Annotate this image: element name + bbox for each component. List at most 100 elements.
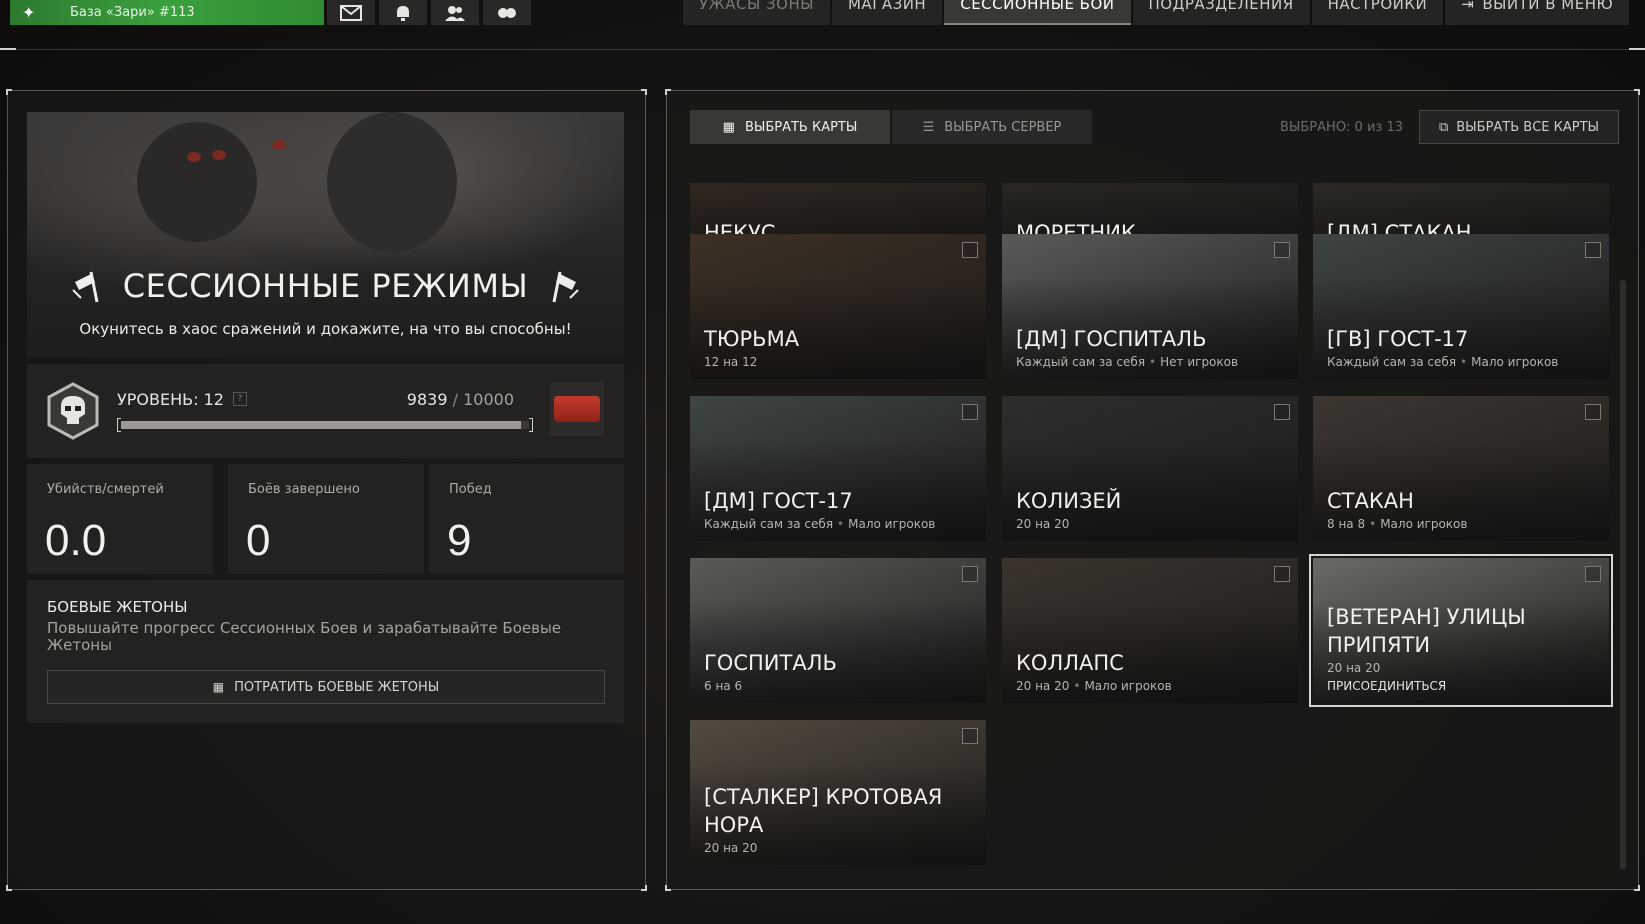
- map-meta-item: 8 на 8: [1327, 517, 1366, 531]
- map-checkbox[interactable]: [1585, 242, 1601, 258]
- reward-slot[interactable]: [550, 382, 604, 436]
- map-card[interactable]: [ДМ] ГОСТ-17 Каждый сам за себя • Мало игро…: [690, 396, 986, 541]
- map-meta-item: 20 на 20: [704, 841, 758, 855]
- select-all-label: ВЫБРАТЬ ВСЕ КАРТЫ: [1456, 119, 1600, 135]
- hero-subtitle: Окунитесь в хаос сражений и докажите, на…: [79, 320, 572, 338]
- map-grid: НЕКУС6 на 6МОРЕТНИК8 на 8[ДМ] СТАКАНКажд…: [688, 183, 1618, 867]
- map-name: СТАКАН: [1327, 489, 1414, 513]
- nav-settings[interactable]: НАСТРОЙКИ: [1311, 0, 1444, 25]
- level-box: УРОВЕНЬ: 12 ? 9839 / 10000: [27, 364, 624, 458]
- nav-shop[interactable]: МАГАЗИН: [831, 0, 943, 25]
- map-meta: 20 на 20: [704, 841, 757, 855]
- bell-icon[interactable]: [379, 0, 427, 25]
- spend-tokens-label: ПОТРАТИТЬ БОЕВЫЕ ЖЕТОНЫ: [234, 679, 440, 695]
- map-card[interactable]: [СТАЛКЕР] КРОТОВАЯ НОРА 20 на 20: [690, 720, 986, 865]
- nav-exit-label: ВЫЙТИ В МЕНЮ: [1482, 0, 1614, 13]
- hero-title-text: СЕССИОННЫЕ РЕЖИМЫ: [122, 267, 529, 305]
- soldier-image: [327, 112, 457, 252]
- meta-separator: •: [1460, 355, 1468, 369]
- nav-exit-menu[interactable]: ⇥ ВЫЙТИ В МЕНЮ: [1445, 0, 1630, 25]
- tokens-section: БОЕВЫЕ ЖЕТОНЫ Повышайте прогресс Сессион…: [27, 580, 624, 723]
- map-meta-item: Мало игроков: [1471, 355, 1559, 369]
- divider: [1629, 48, 1645, 50]
- map-card[interactable]: [ВЕТЕРАН] УЛИЦЫ ПРИПЯТИ 20 на 20 ПРИСОЕДИН…: [1309, 554, 1613, 707]
- map-card[interactable]: [ДМ] ГОСПИТАЛЬ Каждый сам за себя • Нет игр…: [1002, 234, 1298, 379]
- friends-icon[interactable]: [431, 0, 479, 25]
- map-checkbox[interactable]: [1585, 404, 1601, 420]
- soldier-image: [137, 122, 257, 242]
- map-name: [ВЕТЕРАН] УЛИЦЫ ПРИПЯТИ: [1327, 605, 1526, 657]
- join-button[interactable]: ПРИСОЕДИНИТЬСЯ: [1327, 679, 1446, 693]
- map-name: [ДМ] ГОСПИТАЛЬ: [1016, 327, 1207, 351]
- map-meta: Каждый сам за себя • Нет игроков: [1016, 355, 1238, 369]
- stat-value: 0: [246, 516, 271, 565]
- map-meta-item: 12 на 12: [704, 355, 758, 369]
- map-meta-item: Мало игроков: [1084, 679, 1172, 693]
- nav-zone-horrors[interactable]: УЖАСЫ ЗОНЫ: [683, 0, 830, 25]
- mail-icon[interactable]: [327, 0, 375, 25]
- xp-current: 9839: [406, 390, 448, 409]
- map-name: КОЛЛАПС: [1016, 651, 1124, 675]
- tab-select-maps[interactable]: ▦ ВЫБРАТЬ КАРТЫ: [690, 110, 890, 144]
- map-meta-item: 6 на 6: [704, 679, 743, 693]
- map-card[interactable]: ГОСПИТАЛЬ 6 на 6: [690, 558, 986, 703]
- map-checkbox[interactable]: [962, 566, 978, 582]
- map-checkbox[interactable]: [1274, 242, 1290, 258]
- tab-select-maps-label: ВЫБРАТЬ КАРТЫ: [744, 119, 858, 135]
- map-meta-item: 20 на 20: [1016, 679, 1070, 693]
- map-checkbox[interactable]: [962, 728, 978, 744]
- flag-right-icon: [552, 271, 579, 303]
- stat-battles: Боёв завершено 0: [228, 464, 424, 574]
- stat-title: Боёв завершено: [248, 482, 360, 497]
- map-meta: Каждый сам за себя•Мало игроков: [704, 517, 935, 531]
- map-checkbox[interactable]: [1274, 404, 1290, 420]
- selected-count: ВЫБРАНО: 0 из 13: [1280, 120, 1403, 135]
- nav-squads[interactable]: ПОДРАЗДЕЛЕНИЯ: [1132, 0, 1310, 25]
- map-card[interactable]: КОЛЛАПС 20 на 20 • Мало игроков: [1002, 558, 1298, 703]
- map-meta: 12 на 12: [704, 355, 757, 369]
- map-checkbox[interactable]: [1274, 566, 1290, 582]
- hero-banner: СЕССИОННЫЕ РЕЖИМЫ Окунитесь в хаос сраже…: [27, 112, 624, 358]
- level-help-button[interactable]: ?: [233, 392, 247, 406]
- map-checkbox[interactable]: [1585, 566, 1601, 582]
- meta-separator: •: [1149, 355, 1157, 369]
- spend-tokens-button[interactable]: ▦ ПОТРАТИТЬ БОЕВЫЕ ЖЕТОНЫ: [47, 670, 605, 704]
- map-meta-item: Каждый сам за себя: [1327, 355, 1457, 369]
- map-meta-item: Каждый сам за себя: [704, 517, 834, 531]
- map-card[interactable]: ТЮРЬМА 12 на 12: [690, 234, 986, 379]
- tab-select-server-label: ВЫБРАТЬ СЕРВЕР: [944, 119, 1062, 135]
- grid-icon: ▦: [722, 119, 735, 135]
- groups-icon[interactable]: [483, 0, 531, 25]
- map-name: [СТАЛКЕР] КРОТОВАЯ НОРА: [704, 785, 943, 837]
- main-nav: УЖАСЫ ЗОНЫ МАГАЗИН СЕССИОННЫЕ БОИ ПОДРАЗ…: [683, 0, 1630, 25]
- map-name: ГОСПИТАЛЬ: [704, 651, 837, 675]
- map-checkbox[interactable]: [962, 404, 978, 420]
- xp-progress-bar: [117, 418, 533, 432]
- visor-image: [272, 140, 286, 150]
- stat-kd: Убийств/смертей 0.0: [27, 464, 213, 574]
- select-all-button[interactable]: ⧉ ВЫБРАТЬ ВСЕ КАРТЫ: [1419, 110, 1619, 144]
- map-meta-item: Каждый сам за себя: [1016, 355, 1146, 369]
- xp-counter: 9839 / 10000: [407, 390, 514, 409]
- map-name: ТЮРЬМА: [704, 327, 800, 351]
- map-meta-item: Нет игроков: [1160, 355, 1239, 369]
- tab-select-server[interactable]: ☰ ВЫБРАТЬ СЕРВЕР: [892, 110, 1092, 144]
- map-meta: 20 на 20: [1327, 661, 1380, 675]
- map-meta-item: Мало игроков: [848, 517, 936, 531]
- base-badge[interactable]: ✦ База «Зари» #113: [10, 0, 324, 25]
- map-card[interactable]: СТАКАН 8 на 8 • Мало игроков: [1313, 396, 1609, 541]
- xp-separator: /: [452, 390, 458, 409]
- map-meta: 20 на 20: [1016, 517, 1069, 531]
- map-list-scrollbar[interactable]: [1620, 280, 1626, 870]
- map-card[interactable]: [ГВ] ГОСТ-17 Каждый сам за себя • Мало игро…: [1313, 234, 1609, 379]
- map-checkbox[interactable]: [962, 242, 978, 258]
- visor-image: [187, 152, 201, 162]
- map-card[interactable]: КОЛИЗЕЙ 20 на 20: [1002, 396, 1298, 541]
- exit-icon: ⇥: [1461, 0, 1475, 13]
- level-label: УРОВЕНЬ: 12: [117, 390, 224, 409]
- map-meta-item: 20 на 20: [1327, 661, 1381, 675]
- map-meta: 8 на 8 • Мало игроков: [1327, 517, 1467, 531]
- meta-separator: •: [837, 517, 845, 531]
- nav-session-battles[interactable]: СЕССИОННЫЕ БОИ: [944, 0, 1131, 25]
- visor-image: [212, 150, 226, 160]
